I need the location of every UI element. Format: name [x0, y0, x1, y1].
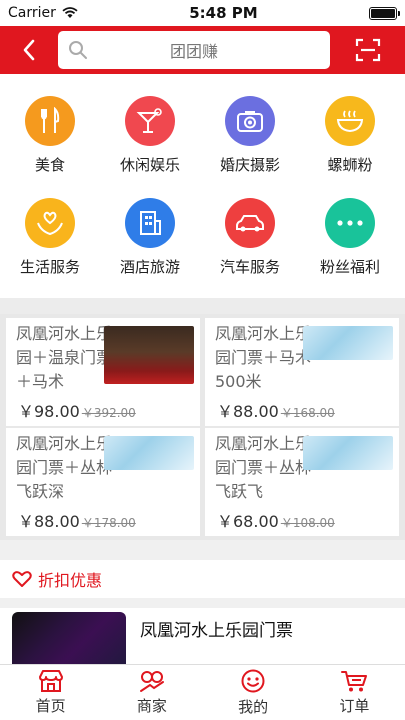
discount-section-header: 折扣优惠 [0, 560, 405, 598]
section-divider [0, 540, 405, 560]
tab-orders[interactable]: 订单 [304, 665, 405, 720]
list-item[interactable]: 凤凰河水上乐园门票 [0, 608, 405, 664]
tab-home[interactable]: 首页 [0, 665, 101, 720]
category-snail-noodles[interactable]: 螺蛳粉 [300, 96, 400, 175]
deal-image [104, 326, 194, 384]
category-label: 休闲娱乐 [119, 156, 180, 174]
tab-label: 商家 [136, 697, 167, 715]
fork-knife-icon [25, 96, 75, 146]
category-label: 粉丝福利 [319, 258, 380, 276]
deal-old-price: ￥108.00 [280, 516, 335, 530]
deal-old-price: ￥168.00 [280, 406, 335, 420]
tab-label: 首页 [35, 697, 66, 715]
tab-label: 订单 [339, 697, 370, 715]
tab-label: 我的 [238, 698, 269, 716]
category-grid: 美食 休闲娱乐 婚庆摄影 螺蛳粉 生活服务 酒店旅游 汽车服务 粉丝福利 [0, 74, 405, 298]
search-icon [69, 41, 87, 59]
deal-old-price: ￥178.00 [81, 516, 136, 530]
deal-price: ￥88.00 ￥178.00 [18, 512, 136, 531]
heart-hands-icon [25, 198, 75, 248]
category-entertainment[interactable]: 休闲娱乐 [100, 96, 200, 175]
more-dots-icon [325, 198, 375, 248]
shop-icon [38, 670, 63, 692]
category-label: 美食 [34, 156, 65, 174]
deals-grid: 凤凰河水上乐园＋温泉门票＋马术 ￥98.00 ￥392.00 凤凰河水上乐园门票＋… [0, 314, 405, 540]
deal-image [303, 436, 393, 470]
deal-title: 凤凰河水上乐园门票＋丛林飞跃飞 [215, 434, 311, 501]
merchant-icon [139, 671, 164, 692]
category-label: 螺蛳粉 [327, 156, 373, 174]
category-label: 酒店旅游 [119, 258, 180, 276]
camera-icon [225, 96, 275, 146]
deal-card[interactable]: 凤凰河水上乐园门票＋丛林飞跃飞 ￥68.00 ￥108.00 [205, 428, 399, 536]
cart-icon [341, 671, 368, 692]
category-life-service[interactable]: 生活服务 [0, 198, 100, 277]
tab-merchant[interactable]: 商家 [101, 665, 202, 720]
tab-mine[interactable]: 我的 [203, 665, 304, 720]
category-food[interactable]: 美食 [0, 96, 100, 175]
deal-title: 凤凰河水上乐园门票＋丛林飞跃深 [16, 434, 112, 501]
list-item-image [12, 612, 126, 664]
wifi-icon [62, 7, 78, 18]
deal-card[interactable]: 凤凰河水上乐园门票＋丛林飞跃深 ￥88.00 ￥178.00 [6, 428, 200, 536]
smiley-user-icon [241, 669, 265, 693]
category-label: 婚庆摄影 [219, 156, 280, 174]
back-button[interactable] [0, 26, 58, 74]
section-divider [0, 298, 405, 314]
discount-title: 折扣优惠 [38, 571, 103, 590]
deal-title: 凤凰河水上乐园＋温泉门票＋马术 [16, 324, 112, 391]
deal-price: ￥68.00 ￥108.00 [217, 512, 335, 531]
cocktail-icon [125, 96, 175, 146]
category-fan-benefits[interactable]: 粉丝福利 [300, 198, 400, 277]
search-placeholder: 团团赚 [169, 42, 218, 61]
car-icon [225, 198, 275, 248]
battery-icon [369, 6, 400, 20]
chevron-left-icon [23, 39, 35, 61]
carrier-label: Carrier [8, 5, 56, 21]
status-time: 5:48 PM [189, 4, 258, 22]
deal-old-price: ￥392.00 [81, 406, 136, 420]
category-label: 汽车服务 [219, 258, 280, 276]
scan-icon [355, 38, 380, 62]
bowl-icon [325, 96, 375, 146]
deal-price: ￥88.00 ￥168.00 [217, 402, 335, 421]
deal-card[interactable]: 凤凰河水上乐园门票＋马术500米 ￥88.00 ￥168.00 [205, 318, 399, 426]
deal-price: ￥98.00 ￥392.00 [18, 402, 136, 421]
section-divider [0, 598, 405, 608]
search-input[interactable]: 团团赚 [58, 31, 330, 69]
scan-button[interactable] [330, 26, 405, 74]
category-wedding-photo[interactable]: 婚庆摄影 [200, 96, 300, 175]
deal-title: 凤凰河水上乐园门票＋马术500米 [215, 324, 311, 391]
heart-icon [12, 571, 32, 587]
deal-card[interactable]: 凤凰河水上乐园＋温泉门票＋马术 ￥98.00 ￥392.00 [6, 318, 200, 426]
deal-image [303, 326, 393, 360]
category-car-service[interactable]: 汽车服务 [200, 198, 300, 277]
category-label: 生活服务 [19, 258, 80, 276]
status-bar: Carrier 5:48 PM [0, 0, 405, 26]
top-nav-bar: 团团赚 [0, 26, 405, 74]
bottom-tab-bar: 首页 商家 我的 订单 [0, 664, 405, 720]
list-item-title: 凤凰河水上乐园门票 [140, 621, 293, 641]
deal-image [104, 436, 194, 470]
category-hotel-travel[interactable]: 酒店旅游 [100, 198, 200, 277]
hotel-icon [125, 198, 175, 248]
